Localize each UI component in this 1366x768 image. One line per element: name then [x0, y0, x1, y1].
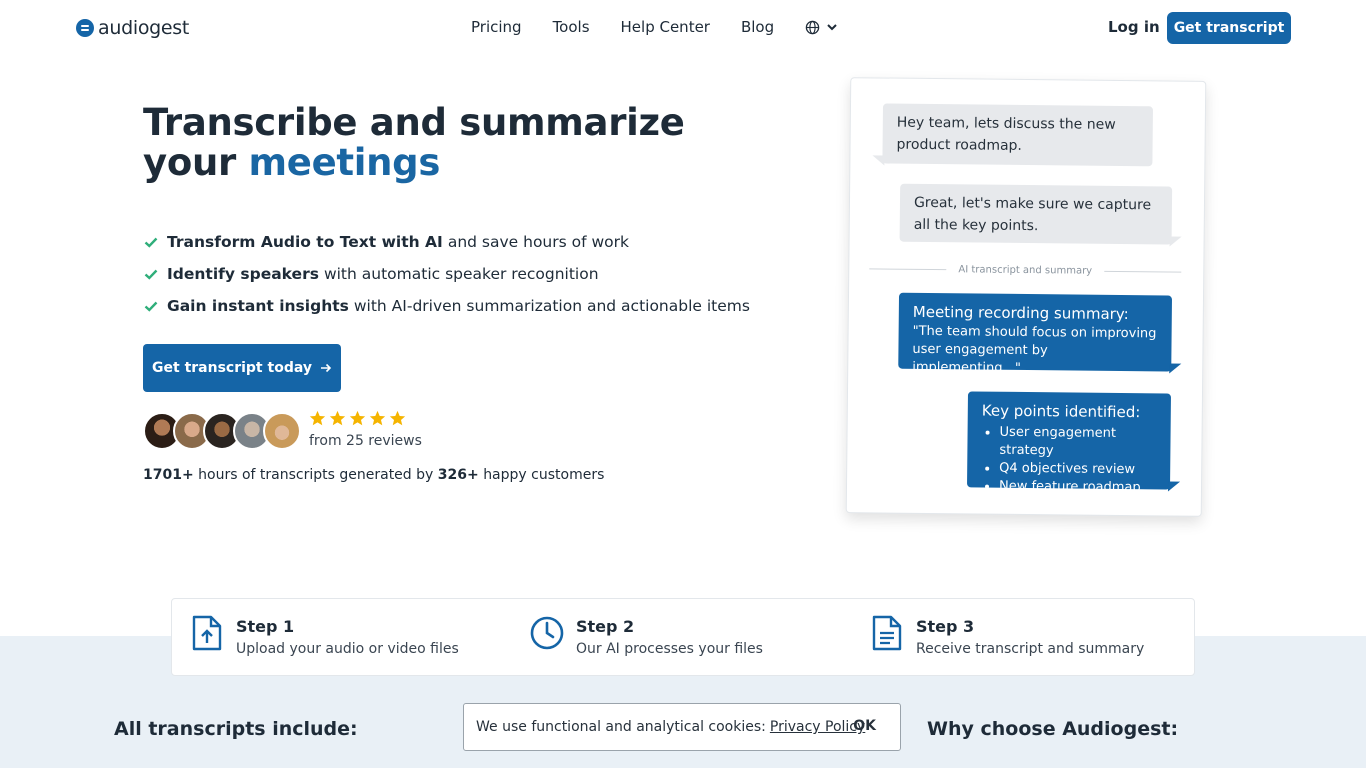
- hero-title: Transcribe and summarize your meetings: [143, 103, 685, 183]
- step-desc: Receive transcript and summary: [916, 641, 1145, 657]
- star-icon: [329, 410, 346, 426]
- star-icon: [349, 410, 366, 426]
- feature-bold: Gain instant insights: [167, 297, 349, 315]
- nav-link-pricing[interactable]: Pricing: [471, 18, 522, 36]
- feature-item: Gain instant insights with AI-driven sum…: [143, 290, 750, 322]
- chat-preview-card: Hey team, lets discuss the new product r…: [845, 77, 1207, 517]
- chevron-down-icon: [827, 24, 837, 31]
- arrow-right-icon: [320, 363, 332, 373]
- get-transcript-button[interactable]: Get transcript: [1167, 12, 1291, 44]
- nav-link-help-center[interactable]: Help Center: [621, 18, 710, 36]
- step-title: Step 3: [916, 617, 975, 636]
- get-transcript-today-button[interactable]: Get transcript today: [143, 344, 341, 392]
- logo-text: audiogest: [98, 17, 190, 39]
- key-points-bubble: Key points identified: User engagement s…: [967, 391, 1171, 495]
- document-icon: [872, 615, 902, 651]
- feature-rest: and save hours of work: [447, 233, 630, 251]
- ai-divider: AI transcript and summary: [869, 258, 1182, 281]
- feature-bold: Identify speakers: [167, 265, 319, 283]
- step-2: Step 2 Our AI processes your files: [530, 615, 763, 659]
- star-icon: [309, 410, 326, 426]
- usage-stats: 1701+ hours of transcripts generated by …: [143, 467, 604, 483]
- clock-icon: [530, 616, 564, 650]
- step-desc: Our AI processes your files: [576, 641, 763, 657]
- nav-links: Pricing Tools Help Center Blog: [471, 18, 838, 36]
- steps-panel: Step 1 Upload your audio or video files …: [171, 598, 1195, 676]
- privacy-policy-link[interactable]: Privacy Policy: [770, 719, 865, 735]
- check-icon: [144, 269, 158, 280]
- divider-label: AI transcript and summary: [958, 263, 1093, 277]
- key-point: New feature roadmap: [999, 478, 1156, 498]
- feature-bold: Transform Audio to Text with AI: [167, 233, 443, 251]
- key-points-title: Key points identified:: [981, 401, 1141, 422]
- star-rating: [309, 410, 406, 427]
- feature-item: Transform Audio to Text with AI and save…: [143, 226, 750, 258]
- file-upload-icon: [192, 615, 222, 651]
- hero-title-your: your: [143, 141, 236, 184]
- why-choose-heading: Why choose Audiogest:: [927, 718, 1179, 740]
- star-icon: [369, 410, 386, 426]
- top-nav: audiogest Pricing Tools Help Center Blog…: [0, 0, 1366, 56]
- login-link[interactable]: Log in: [1108, 18, 1160, 36]
- cta-label: Get transcript today: [152, 360, 312, 376]
- avatar: [263, 412, 301, 450]
- cookie-text: We use functional and analytical cookies…: [476, 719, 766, 735]
- step-3: Step 3 Receive transcript and summary: [870, 615, 1144, 659]
- nav-link-blog[interactable]: Blog: [741, 18, 774, 36]
- step-1: Step 1 Upload your audio or video files: [190, 615, 459, 659]
- stats-customers: 326+: [437, 467, 479, 483]
- language-selector[interactable]: [805, 18, 838, 36]
- feature-list: Transform Audio to Text with AI and save…: [143, 226, 750, 322]
- cookie-banner: We use functional and analytical cookies…: [463, 703, 901, 751]
- feature-rest: with AI-driven summarization and actiona…: [353, 297, 750, 315]
- stats-mid: hours of transcripts generated by: [198, 467, 434, 483]
- key-point: User engagement strategy: [999, 424, 1156, 462]
- chat-message-2: Great, let's make sure we capture all th…: [899, 183, 1173, 245]
- nav-link-tools[interactable]: Tools: [553, 18, 590, 36]
- summary-title: Meeting recording summary:: [912, 302, 1129, 324]
- step-title: Step 2: [576, 617, 635, 636]
- hero-title-line1: Transcribe and summarize: [143, 101, 685, 144]
- summary-quote: "The team should focus on improving user…: [912, 323, 1157, 376]
- stats-hours: 1701+: [143, 467, 194, 483]
- hero-title-accent: meetings: [248, 141, 441, 184]
- divider-line: [869, 267, 947, 270]
- summary-bubble: Meeting recording summary: "The team sho…: [898, 292, 1173, 376]
- cookie-ok-button[interactable]: OK: [853, 718, 876, 734]
- reviewer-avatars: [143, 412, 301, 450]
- check-icon: [144, 301, 158, 312]
- feature-item: Identify speakers with automatic speaker…: [143, 258, 750, 290]
- feature-rest: with automatic speaker recognition: [323, 265, 599, 283]
- step-desc: Upload your audio or video files: [236, 641, 459, 657]
- logo-icon: [76, 19, 94, 37]
- all-transcripts-include-heading: All transcripts include:: [114, 718, 358, 740]
- logo[interactable]: audiogest: [76, 17, 189, 39]
- check-icon: [144, 237, 158, 248]
- step-title: Step 1: [236, 617, 295, 636]
- review-count: from 25 reviews: [309, 433, 422, 449]
- star-icon: [389, 410, 406, 426]
- divider-line: [1104, 270, 1182, 273]
- globe-icon: [805, 20, 820, 34]
- stats-end: happy customers: [483, 467, 605, 483]
- chat-message-1: Hey team, lets discuss the new product r…: [882, 103, 1154, 167]
- key-points-list: User engagement strategy Q4 objectives r…: [981, 424, 1157, 498]
- key-point: Q4 objectives review: [999, 460, 1156, 480]
